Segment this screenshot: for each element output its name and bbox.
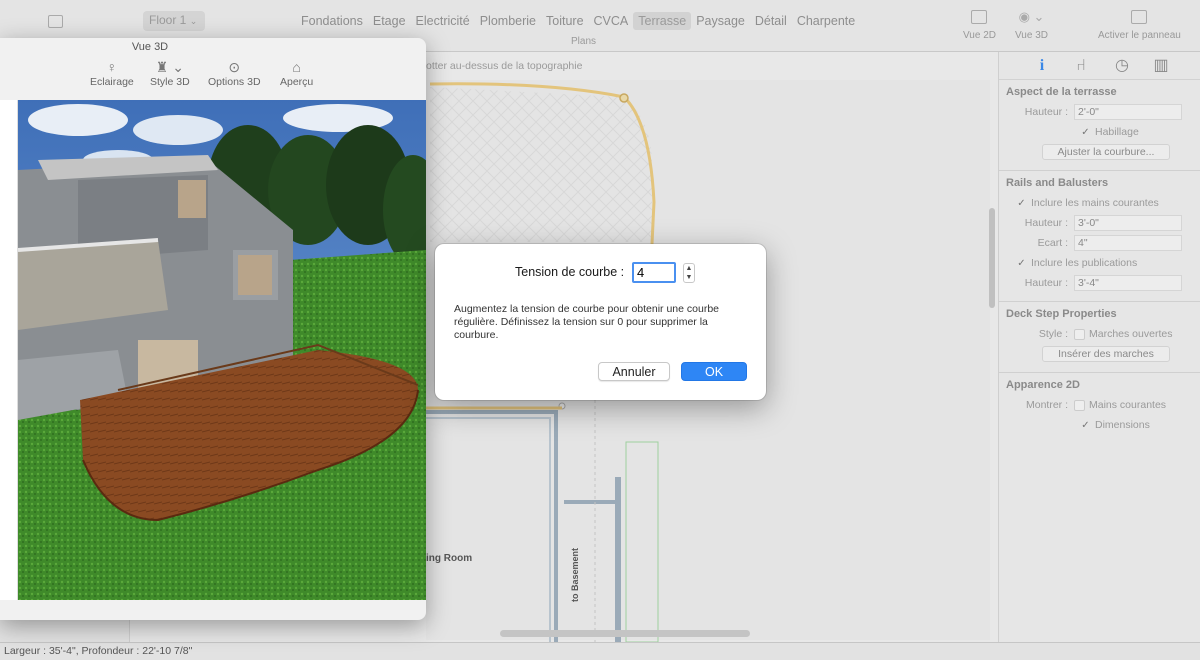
eclairage-label: Eclairage [90,76,134,88]
style3d-button[interactable]: ♜ ⌄ Style 3D [150,58,190,88]
curve-tension-label: Tension de courbe : [515,265,625,279]
deck-steps-title: Deck Step Properties [1006,308,1117,320]
panel-scrollbar[interactable] [989,208,995,308]
paint-bucket-icon: ♜ ⌄ [155,59,184,75]
tab-cvca[interactable]: CVCA [589,12,634,30]
curve-tension-stepper[interactable]: ▲ ▼ [683,263,695,283]
show-dimensions-label: Dimensions [1095,419,1150,431]
panel-icon-bar: i ⑁ ◷ ▥ [999,52,1200,80]
appearance-2d-title: Apparence 2D [1006,379,1080,391]
options3d-label: Options 3D [208,76,261,88]
ellipsis-circle-icon: ⊙ [228,59,241,75]
tab-terrasse[interactable]: Terrasse [633,12,692,30]
rail-height-label: Hauteur : [1024,217,1068,229]
deck-steps-section: Deck Step Properties Style : Marches ouv… [999,302,1200,373]
habillage-checkbox[interactable]: ✓ [1080,127,1091,138]
tab-plomberie[interactable]: Plomberie [475,12,541,30]
appearance-2d-section: Apparence 2D Montrer : Mains courantes ✓… [999,373,1200,443]
deck-height-field[interactable]: 2'-0" [1074,104,1182,120]
include-handrails-label: Inclure les mains courantes [1031,197,1159,209]
options3d-button[interactable]: ⊙ Options 3D [208,58,261,88]
insert-steps-button[interactable]: Insérer des marches [1042,346,1170,362]
habillage-label: Habillage [1095,126,1139,138]
vue3d-button[interactable]: ◉ ⌄ Vue 3D [1015,9,1048,42]
chevron-down-icon: ⌄ [189,16,198,26]
chair-icon[interactable]: ⑁ [1072,57,1090,75]
render-3d-view[interactable] [18,100,426,600]
deck-height-label: Hauteur : [1024,106,1068,118]
post-height-label: Hauteur : [1024,277,1068,289]
open-steps-checkbox[interactable] [1074,328,1085,340]
gap-label: Ecart : [1037,237,1068,249]
plan-view-icon [971,10,988,24]
plans-label: Plans [571,36,597,47]
plan-tabs: Fondations Etage Electricité Plomberie T… [296,12,860,30]
vue3d-label: Vue 3D [1015,30,1048,41]
toggle-panel-label: Activer le panneau [1098,30,1181,41]
panel-icon [1131,10,1148,24]
tab-detail[interactable]: Détail [750,12,792,30]
show-label: Montrer : [1025,399,1068,411]
tab-etage[interactable]: Etage [368,12,411,30]
stepper-up-icon[interactable]: ▲ [684,264,694,273]
curve-handle[interactable] [619,93,629,103]
gap-field[interactable]: 4" [1074,235,1182,251]
deck-aspect-title: Aspect de la terrasse [1006,86,1117,98]
deck-aspect-section: Aspect de la terrasse Hauteur : 2'-0" ✓ … [999,80,1200,171]
eclairage-button[interactable]: ♀ Eclairage [90,58,134,88]
ok-button[interactable]: OK [681,362,747,381]
eye-icon: ◉ ⌄ [1018,9,1045,24]
tab-charpente[interactable]: Charpente [792,12,860,30]
style3d-label: Style 3D [150,76,190,88]
floor-select-value: Floor 1 [149,13,187,27]
curve-tension-dialog: Tension de courbe : ▲ ▼ Augmentez la ten… [435,244,766,400]
stepper-down-icon[interactable]: ▼ [684,273,694,282]
info-icon[interactable]: i [1033,57,1051,75]
include-posts-checkbox[interactable]: ✓ [1016,258,1027,269]
vue3d-window: Vue 3D ♀ Eclairage ♜ ⌄ Style 3D ⊙ Option… [0,38,426,620]
tab-fondations[interactable]: Fondations [296,12,368,30]
show-dimensions-checkbox[interactable]: ✓ [1080,420,1091,431]
horizontal-scrollbar[interactable] [500,630,750,637]
step-style-label: Style : [1038,328,1068,340]
vue2d-button[interactable]: Vue 2D [963,10,996,41]
include-posts-label: Inclure les publications [1031,257,1138,269]
open-steps-label: Marches ouvertes [1089,328,1173,340]
room-label-living: ing Room [426,553,473,564]
lightbulb-icon: ♀ [106,59,118,75]
room-label-basement: to Basement [570,547,580,602]
timer-icon[interactable]: ◷ [1113,57,1131,75]
properties-panel: i ⑁ ◷ ▥ Aspect de la terrasse Hauteur : … [989,52,1200,642]
sidebar-toggle-icon[interactable] [48,15,63,28]
tab-paysage[interactable]: Paysage [691,12,750,30]
curve-tension-description: Augmentez la tension de courbe pour obte… [454,303,720,341]
include-handrails-checkbox[interactable]: ✓ [1016,198,1027,209]
show-handrails-label: Mains courantes [1089,399,1167,411]
vue2d-label: Vue 2D [963,30,996,41]
vue3d-side-strip [0,100,18,600]
house-icon: ⌂ [292,59,301,75]
status-bar: Largeur : 35'-4", Profondeur : 22'-10 7/… [0,642,1200,660]
vue3d-window-title: Vue 3D [131,41,169,53]
apercu-label: Aperçu [280,76,314,88]
curve-tension-input[interactable] [632,262,676,283]
adjust-curve-button[interactable]: Ajuster la courbure... [1042,144,1170,160]
tab-toiture[interactable]: Toiture [541,12,589,30]
book-icon[interactable]: ▥ [1152,57,1170,75]
floor-select[interactable]: Floor 1 ⌄ [143,11,205,31]
tab-electricite[interactable]: Electricité [411,12,475,30]
post-height-field[interactable]: 3'-4" [1074,275,1182,291]
rails-section: Rails and Balusters ✓ Inclure les mains … [999,171,1200,302]
rail-height-field[interactable]: 3'-0" [1074,215,1182,231]
cancel-button[interactable]: Annuler [598,362,670,381]
toggle-panel-button[interactable]: Activer le panneau [1098,10,1181,41]
show-handrails-checkbox[interactable] [1074,399,1085,411]
rails-title: Rails and Balusters [1006,177,1109,189]
apercu-button[interactable]: ⌂ Aperçu [280,58,313,88]
